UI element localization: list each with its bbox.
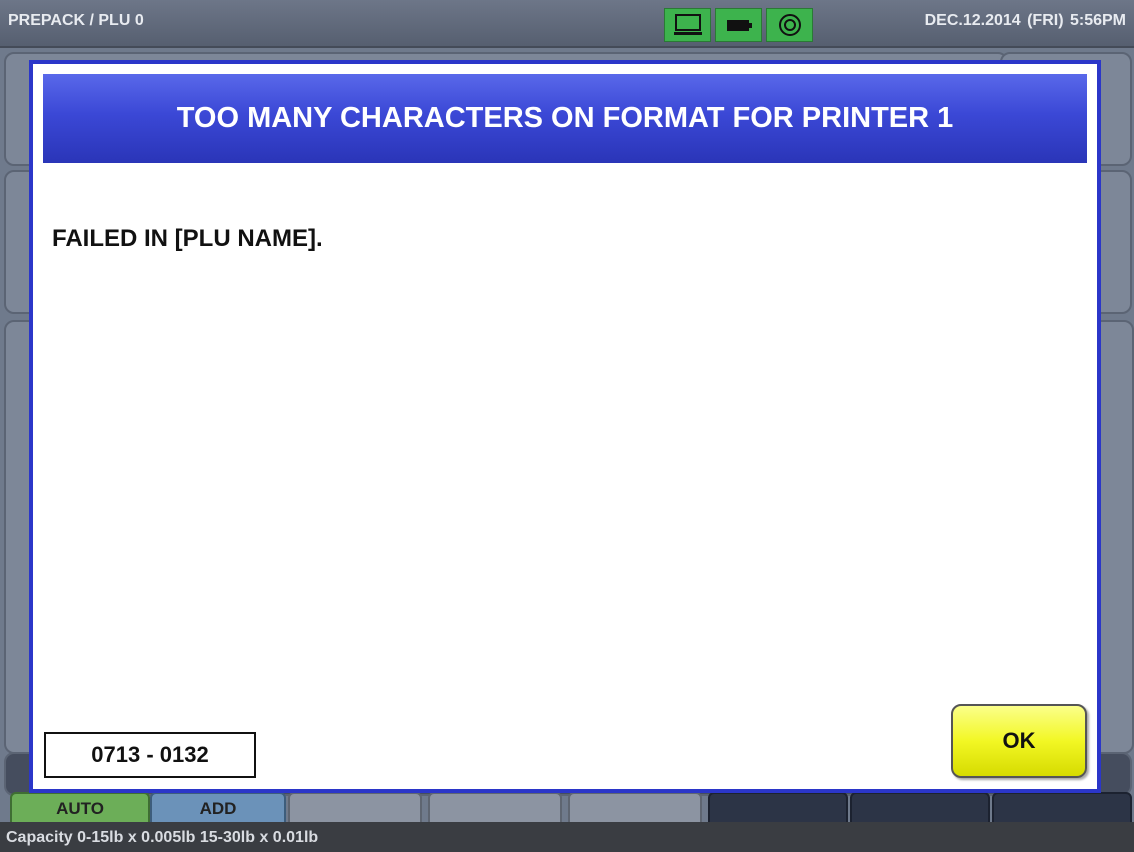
network-signal-icon [766, 8, 813, 42]
battery-icon [715, 8, 762, 42]
monitor-icon [664, 8, 711, 42]
error-code-text: 0713 - 0132 [91, 742, 209, 767]
capacity-text: Capacity 0-15lb x 0.005lb 15-30lb x 0.01… [6, 829, 319, 846]
tab-empty [568, 792, 702, 824]
ok-button-label: OK [1002, 728, 1036, 753]
dialog-title: TOO MANY CHARACTERS ON FORMAT FOR PRINTE… [43, 74, 1087, 163]
tab-empty [992, 792, 1132, 824]
status-icons [664, 8, 813, 42]
top-status-bar: PREPACK / PLU 0 DEC.12.2014 (FRI) 5:56PM [0, 0, 1134, 48]
tab-empty [428, 792, 562, 824]
tab-add[interactable]: ADD [150, 792, 286, 824]
tab-empty [288, 792, 422, 824]
error-code-box: 0713 - 0132 [44, 732, 256, 778]
tab-empty [708, 792, 848, 824]
capacity-bar: Capacity 0-15lb x 0.005lb 15-30lb x 0.01… [0, 822, 1134, 852]
tab-empty [850, 792, 990, 824]
ok-button[interactable]: OK [951, 704, 1087, 778]
dialog-message: FAILED IN [PLU NAME]. [52, 225, 323, 252]
date-time: DEC.12.2014 (FRI) 5:56PM [924, 12, 1126, 29]
error-dialog: TOO MANY CHARACTERS ON FORMAT FOR PRINTE… [29, 60, 1101, 793]
screen-title: PREPACK / PLU 0 [8, 12, 144, 29]
tab-auto[interactable]: AUTO [10, 792, 150, 824]
dialog-title-text: TOO MANY CHARACTERS ON FORMAT FOR PRINTE… [176, 102, 954, 134]
